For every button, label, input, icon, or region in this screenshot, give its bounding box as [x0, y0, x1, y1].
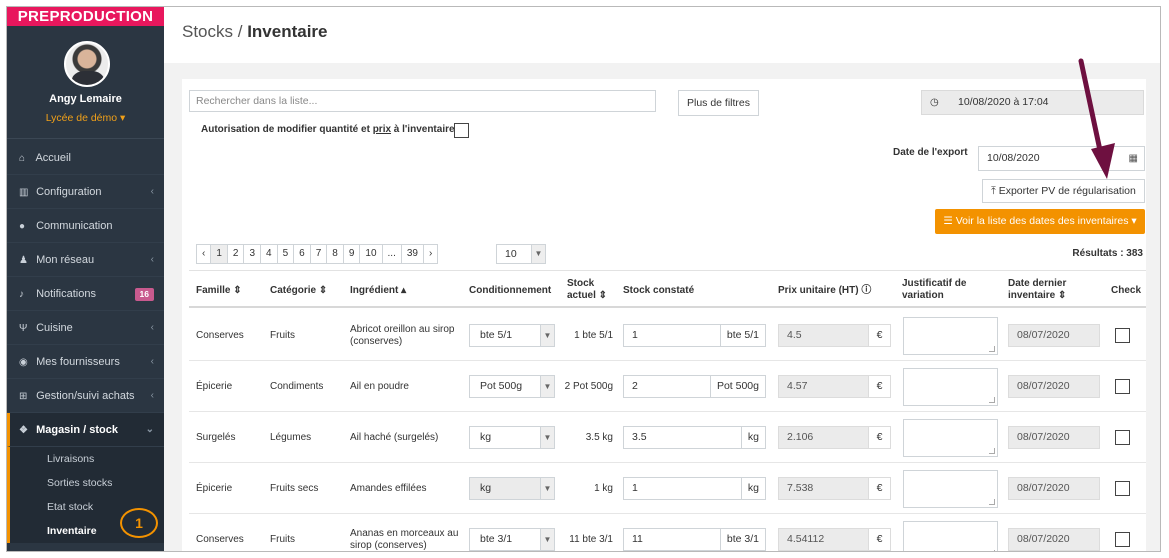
annotation-arrow — [1078, 58, 1115, 179]
app-window: PREPRODUCTION Angy Lemaire Lycée de démo… — [6, 6, 1161, 552]
